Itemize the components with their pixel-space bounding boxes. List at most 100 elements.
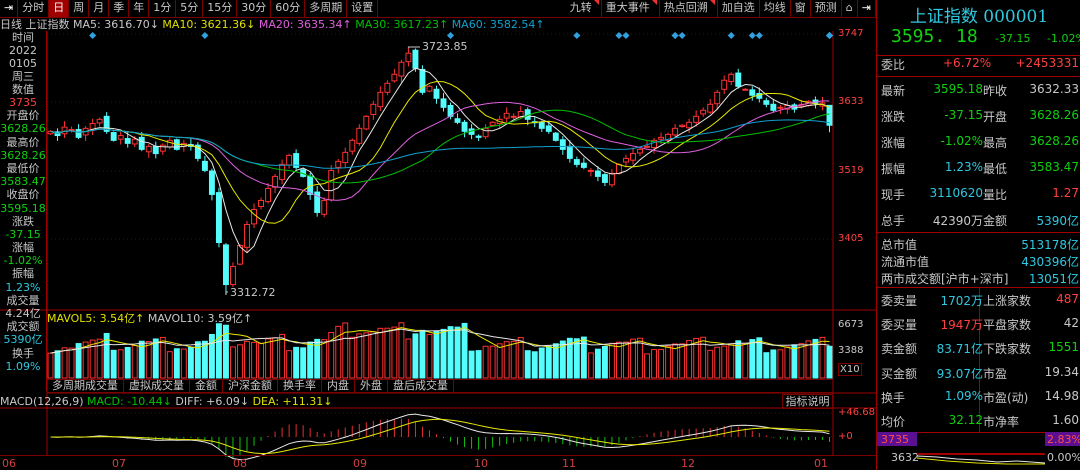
book-label: 平盘家数 — [983, 318, 1032, 333]
volume-tab[interactable]: 金额 — [190, 380, 223, 393]
macd-title: MACD(12,26,9) — [0, 395, 84, 408]
volume-tab[interactable]: 换手率 — [278, 380, 322, 393]
book-label: 买金额 — [881, 366, 918, 381]
info-value-label: 数值 — [12, 83, 34, 96]
candle — [510, 113, 517, 120]
volume-tab[interactable]: 内盘 — [322, 380, 355, 393]
candle — [440, 92, 447, 112]
info-vol-label: 成交量 — [6, 293, 40, 307]
mini-top-pct: 2.83% — [1047, 433, 1080, 446]
book-value: 1551 — [1048, 340, 1079, 355]
info-amp-label: 振幅 — [12, 267, 34, 281]
event-marker-icon[interactable] — [622, 31, 630, 40]
event-marker-icon[interactable] — [89, 31, 97, 40]
quote-value: 1.27 — [1052, 186, 1079, 200]
event-marker-icon[interactable] — [825, 31, 834, 40]
volume-bar — [608, 342, 615, 379]
quote-label: 昨收 — [983, 84, 1008, 98]
volume-bar — [159, 336, 166, 379]
weibi-row: 委比 +6.72% +2453331 — [881, 56, 1079, 72]
macd-legend: MACD(12,26,9) MACD: -10.44↓ DIFF: +6.09↓… — [0, 395, 332, 408]
event-marker-icon[interactable] — [727, 31, 735, 40]
quote-value: 1.23% — [944, 160, 983, 174]
volume-bar — [735, 340, 742, 379]
volume-bar — [623, 341, 629, 379]
volume-bar — [545, 345, 552, 379]
book-value: 14.98 — [1044, 388, 1079, 403]
volume-bar — [166, 351, 173, 379]
candle — [89, 118, 96, 135]
event-marker-icon[interactable] — [748, 31, 756, 40]
volume-bar — [714, 346, 721, 379]
volume-bar — [440, 328, 447, 379]
info-year: 2022 — [9, 44, 37, 57]
quote-row: 最新 3595.18 昨收 3632.33 — [881, 82, 1079, 98]
volume-tab[interactable]: 沪深金额 — [223, 380, 278, 393]
month-label: 07 — [112, 457, 126, 470]
volume-bar — [756, 337, 763, 379]
book-row: 均价 32.12 市净率 1.60 — [881, 413, 1079, 429]
info-amt: 5390亿 — [3, 333, 43, 347]
quote-label: 金额 — [983, 214, 1008, 228]
volume-unit-button[interactable]: X10 — [838, 363, 862, 376]
volume-bar — [300, 347, 307, 379]
candle — [454, 113, 461, 125]
volume-tab[interactable]: 盘后成交量 — [388, 380, 454, 393]
price-tick: 3405 — [838, 233, 864, 244]
low-marker — [225, 291, 228, 295]
quote-value: 3628.26 — [1029, 134, 1079, 148]
event-marker-icon[interactable] — [573, 31, 581, 40]
volume-bar — [307, 341, 314, 379]
volume-bar — [187, 347, 194, 379]
volume-tab[interactable]: 多周期成交量 — [47, 380, 124, 393]
mini-avg-line — [916, 457, 1045, 465]
weicha-value: +2453331 — [1015, 56, 1080, 70]
quote-label: 涨跌 — [881, 110, 906, 124]
dea-value: DEA: +11.31↓ — [252, 395, 333, 408]
book-value: 1947万 — [940, 318, 983, 333]
quote-label: 涨幅 — [881, 136, 906, 150]
volume-bar — [384, 327, 391, 379]
indicator-help-button[interactable]: 指标说明 — [782, 394, 833, 409]
book-value: 19.34 — [1044, 364, 1079, 379]
volume-bar — [819, 336, 826, 379]
volume-tab[interactable]: 外盘 — [355, 380, 388, 393]
candle — [244, 220, 250, 253]
candle — [363, 115, 370, 131]
volume-bar — [728, 344, 735, 379]
book-label: 市盈(动) — [983, 390, 1029, 405]
candle — [208, 168, 215, 201]
volume-bar — [749, 339, 756, 379]
event-marker-icon[interactable] — [615, 31, 623, 40]
volume-bar — [145, 340, 152, 379]
quote-label: 总手 — [881, 214, 906, 228]
volume-bar — [363, 332, 370, 379]
price-tick: 3519 — [838, 165, 864, 176]
volume-legend: MAVOL5: 3.54亿↑ MAVOL10: 3.59亿↑ — [47, 310, 252, 326]
volume-bar — [637, 337, 643, 379]
volume-bar — [412, 333, 419, 379]
mini-top: 3735 — [881, 433, 909, 446]
volume-bar — [517, 337, 524, 379]
event-marker-icon[interactable] — [678, 31, 686, 40]
volume-bar — [370, 331, 377, 379]
candle — [728, 72, 735, 86]
event-marker-icon[interactable] — [446, 31, 455, 40]
volume-tab[interactable]: 虚拟成交量 — [124, 380, 190, 393]
candle — [152, 141, 159, 159]
event-marker-icon[interactable] — [201, 31, 209, 40]
candle — [742, 88, 749, 91]
intraday-mini-chart[interactable]: 3735 2.83% 3632 0.00% — [877, 432, 1080, 470]
volume-bar — [615, 341, 622, 379]
ma5-line — [50, 67, 830, 254]
candle — [230, 262, 236, 287]
month-label: 06 — [2, 457, 16, 470]
info-time-label: 时间 — [12, 31, 34, 44]
candle — [623, 154, 629, 168]
event-marker-icon[interactable] — [755, 31, 763, 40]
candle — [370, 100, 377, 120]
event-marker-icon[interactable] — [671, 31, 679, 40]
candle — [349, 138, 356, 155]
volume-bar — [679, 343, 686, 379]
volume-tick: 3388 — [838, 345, 864, 356]
